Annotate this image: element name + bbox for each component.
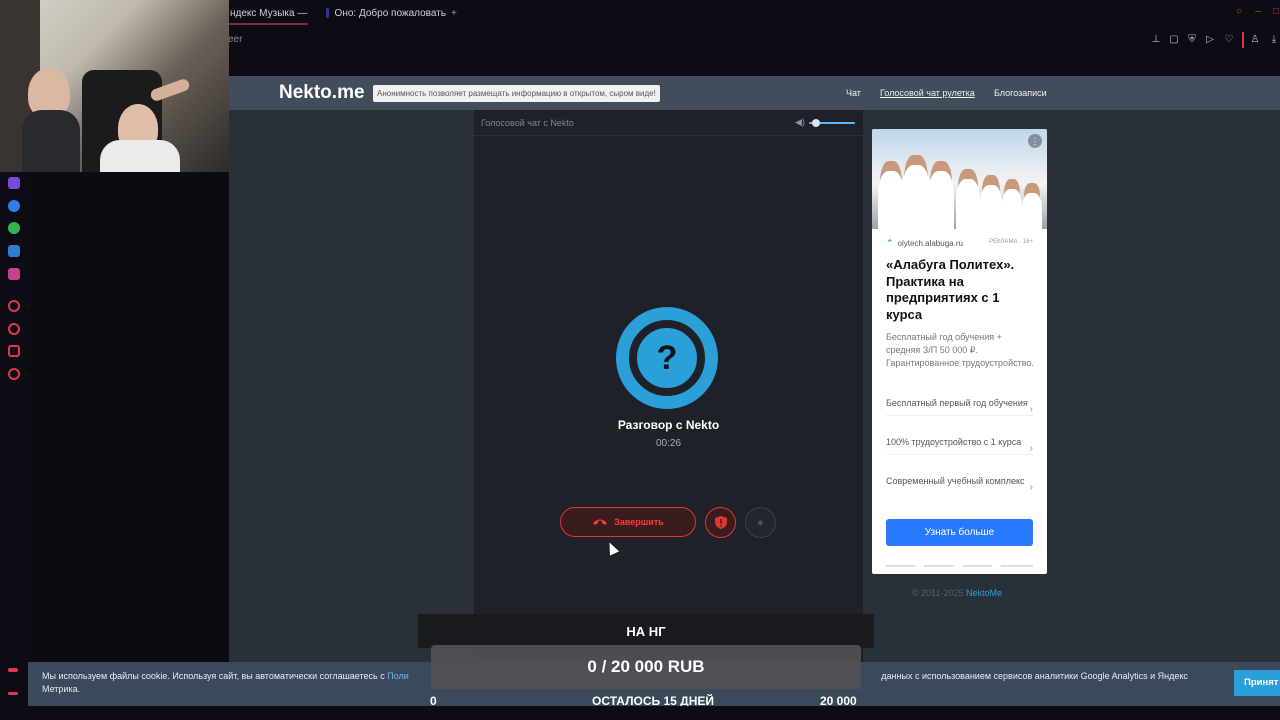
browser-sidebar xyxy=(0,172,28,720)
vk-icon[interactable] xyxy=(8,245,20,257)
download-icon[interactable]: ⤓ xyxy=(1268,34,1280,46)
chevron-right-icon: › xyxy=(1029,443,1033,454)
chat-bubble-icon[interactable] xyxy=(8,345,20,357)
ad-disclaimer: РЕКЛАМА · 16+ xyxy=(989,239,1033,245)
volume-icon[interactable]: ◀) xyxy=(795,117,805,128)
player-icon[interactable] xyxy=(8,300,20,312)
chevron-right-icon: › xyxy=(1029,404,1033,415)
question-mark-icon: ? xyxy=(645,336,689,380)
minimize-icon[interactable]: – xyxy=(1252,6,1264,18)
settings-gear-icon[interactable] xyxy=(8,368,20,380)
brand-link[interactable]: NektoMe xyxy=(966,588,1002,598)
ad-link-label: 100% трудоустройство с 1 курса xyxy=(886,437,1022,447)
history-icon[interactable] xyxy=(8,323,20,335)
heart-icon[interactable]: ♡ xyxy=(1223,34,1235,46)
report-button[interactable] xyxy=(705,507,736,538)
divider-icon xyxy=(1242,32,1244,48)
chat-header: Голосовой чат с Nekto ◀) xyxy=(474,110,863,136)
screenshot-icon[interactable]: ▢ xyxy=(1168,34,1180,46)
hang-up-icon xyxy=(593,519,608,525)
call-timer: 00:26 xyxy=(655,438,682,449)
ad-learn-more-button[interactable]: Узнать больше xyxy=(886,519,1033,546)
whatsapp-icon[interactable] xyxy=(8,222,20,234)
extensions-icon[interactable] xyxy=(8,668,18,672)
tab-favicon-icon xyxy=(326,8,329,18)
donation-progress-bar: 0 / 20 000 RUB xyxy=(431,645,861,689)
chat-title: Голосовой чат с Nekto xyxy=(481,118,574,128)
copyright: © 2011-2025 NektoMe xyxy=(912,588,1002,598)
end-call-label: Завершить xyxy=(614,517,664,527)
advertisement[interactable]: ⋮ ⌃ olytech.alabuga.ru РЕКЛАМА · 16+ «Ала… xyxy=(872,129,1047,574)
webcam-overlay xyxy=(0,0,229,172)
cookie-accept-button[interactable]: Принят xyxy=(1234,670,1280,696)
site-header: Nekto.me Анонимность позволяет размещать… xyxy=(229,76,1280,110)
shield-icon xyxy=(714,516,727,529)
ad-image[interactable]: ⋮ xyxy=(872,129,1047,229)
tab-label: Оно: Добро пожаловать xyxy=(334,7,446,19)
ad-link-label: Современный учебный комплекс xyxy=(886,476,1025,486)
avatar-ring: ? xyxy=(629,320,705,396)
new-tab-button[interactable]: + xyxy=(451,4,463,22)
cookie-text-start: Мы используем файлы cookie. Используя са… xyxy=(42,671,388,681)
nav-chat[interactable]: Чат xyxy=(846,88,861,98)
peer-avatar: ? xyxy=(616,307,718,409)
ad-link-item[interactable]: 100% трудоустройство с 1 курса › xyxy=(886,436,1033,455)
ad-link-label: Бесплатный первый год обучения xyxy=(886,398,1028,408)
chevron-right-icon: › xyxy=(1029,482,1033,493)
profile-icon[interactable]: ♙ xyxy=(1249,34,1261,46)
ad-domain-text: olytech.alabuga.ru xyxy=(897,239,963,248)
maximize-icon[interactable]: □ xyxy=(1270,6,1280,18)
search-icon[interactable]: ○ xyxy=(1233,6,1245,18)
donation-amount: 0 / 20 000 RUB xyxy=(587,657,705,676)
play-icon[interactable]: ▷ xyxy=(1204,34,1216,46)
nav-voice-roulette[interactable]: Голосовой чат рулетка xyxy=(880,88,975,98)
twitch-icon[interactable] xyxy=(8,177,20,189)
ad-link-item[interactable]: Современный учебный комплекс › xyxy=(886,475,1033,493)
ad-title[interactable]: «Алабуга Политех». Практика на предприят… xyxy=(886,257,1036,323)
address-bar[interactable]: eer xyxy=(228,34,242,45)
donation-title: НА НГ xyxy=(626,624,666,639)
instagram-icon[interactable] xyxy=(8,268,20,280)
privacy-policy-link[interactable]: Поли xyxy=(387,671,409,681)
ad-carousel-indicator xyxy=(886,565,1033,567)
ad-brand-icon: ⌃ xyxy=(886,238,894,248)
active-tab-indicator xyxy=(228,23,308,25)
ad-description: Бесплатный год обучения + средняя З/П 50… xyxy=(886,332,1034,368)
copyright-text: © 2011-2025 xyxy=(912,588,964,598)
tab-ono[interactable]: Оно: Добро пожаловать xyxy=(326,4,446,22)
microphone-icon: ● xyxy=(757,516,764,529)
messenger-icon[interactable] xyxy=(8,200,20,212)
site-tagline: Анонимность позволяет размещать информац… xyxy=(373,85,660,102)
tab-yandex-music[interactable]: ндекс Музыка — со xyxy=(230,4,310,22)
volume-slider-handle[interactable] xyxy=(811,119,820,127)
tab-label: ндекс Музыка — со xyxy=(230,7,310,19)
site-logo[interactable]: Nekto.me xyxy=(279,82,365,104)
ad-link-item[interactable]: Бесплатный первый год обучения › xyxy=(886,397,1033,416)
nav-blog[interactable]: Блогозаписи xyxy=(994,88,1047,98)
ad-domain[interactable]: ⌃ olytech.alabuga.ru xyxy=(886,238,963,249)
pin-icon[interactable]: ⊥ xyxy=(1150,34,1162,46)
microphone-button[interactable]: ● xyxy=(745,507,776,538)
donation-header: НА НГ xyxy=(418,614,874,648)
more-icon[interactable] xyxy=(8,692,18,695)
ad-info-icon[interactable]: ⋮ xyxy=(1028,134,1042,148)
taskbar-strip xyxy=(0,706,1280,720)
end-call-button[interactable]: Завершить xyxy=(560,507,696,537)
peer-name: Разговор с Nekto xyxy=(617,418,720,432)
shield-icon[interactable]: ⛨ xyxy=(1186,34,1198,46)
